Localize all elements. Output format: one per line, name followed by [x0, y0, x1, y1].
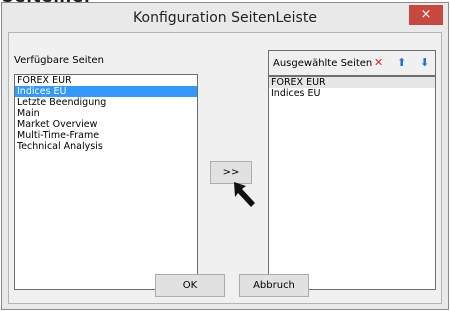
- available-pages-list[interactable]: FOREX EUR Indices EU Letzte Beendigung Main…: [14, 74, 198, 290]
- available-pages-label: Verfügbare Seiten: [14, 55, 104, 66]
- arrow-up-icon[interactable]: ⬆: [397, 57, 406, 68]
- list-item[interactable]: Indices EU: [15, 86, 197, 97]
- ok-button[interactable]: OK: [155, 274, 225, 297]
- list-item[interactable]: Multi-Time-Frame: [15, 130, 197, 141]
- cancel-button[interactable]: Abbruch: [239, 274, 309, 297]
- list-item[interactable]: Main: [15, 108, 197, 119]
- arrow-down-icon[interactable]: ⬇: [420, 57, 429, 68]
- list-item[interactable]: FOREX EUR: [269, 77, 435, 88]
- close-icon: ×: [420, 7, 432, 22]
- selected-pages-header: Ausgewählte Seiten ✕ ⬆ ⬇: [268, 50, 436, 76]
- dialog-title: Konfiguration SeitenLeiste: [133, 10, 317, 26]
- selected-pages-list[interactable]: FOREX EUR Indices EU: [268, 76, 436, 290]
- configuration-dialog: Konfiguration SeitenLeiste × Verfügbare …: [1, 2, 449, 310]
- list-item[interactable]: Letzte Beendigung: [15, 97, 197, 108]
- close-button[interactable]: ×: [409, 5, 443, 25]
- dialog-body: Verfügbare Seiten FOREX EUR Indices EU Let…: [8, 32, 442, 304]
- delete-x-icon[interactable]: ✕: [374, 57, 383, 68]
- list-item[interactable]: FOREX EUR: [15, 75, 197, 86]
- mouse-pointer-arrow-icon: [234, 182, 255, 207]
- list-item[interactable]: Technical Analysis: [15, 141, 197, 152]
- selected-pages-label: Ausgewählte Seiten: [273, 58, 373, 69]
- title-bar: Konfiguration SeitenLeiste ×: [2, 3, 448, 32]
- list-item[interactable]: Market Overview: [15, 119, 197, 130]
- list-item[interactable]: Indices EU: [269, 88, 435, 99]
